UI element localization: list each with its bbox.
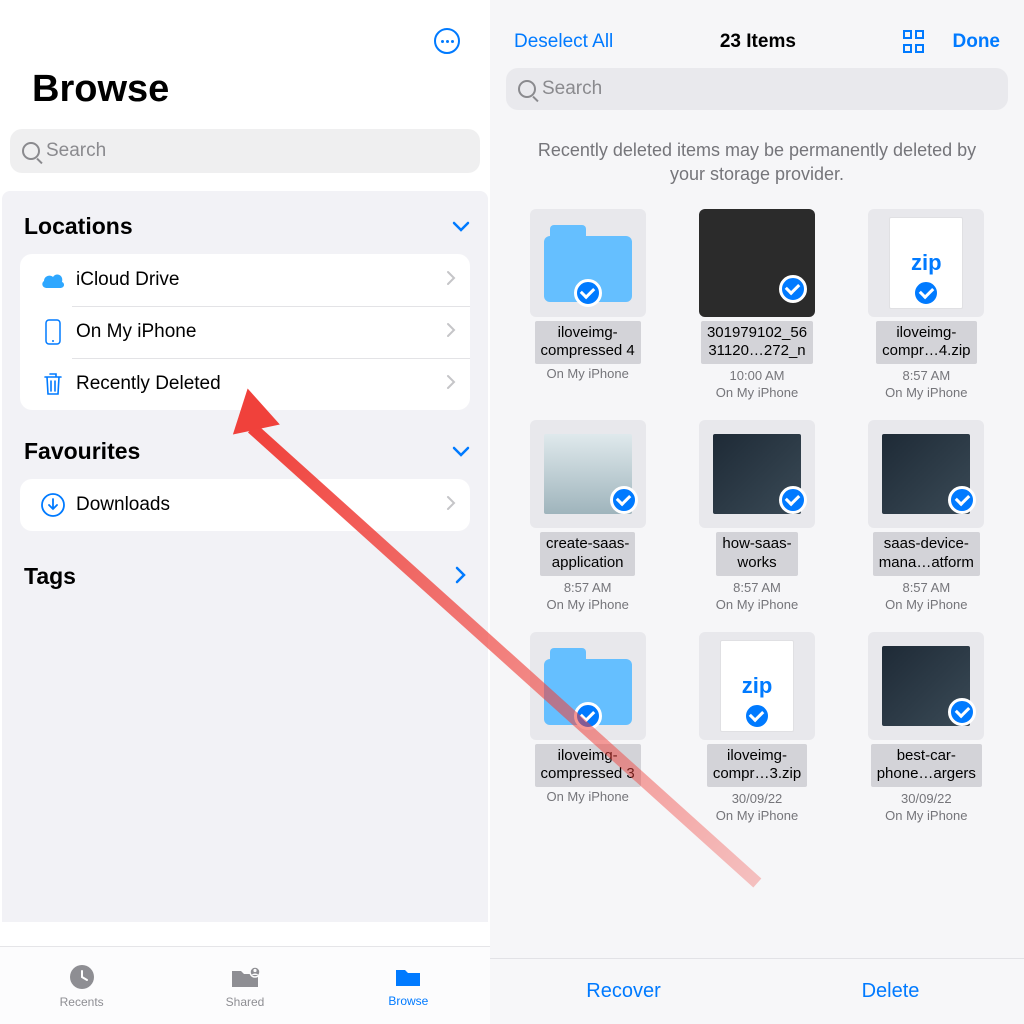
file-item[interactable]: zipiloveimg-compr…4.zip 8:57 AM On My iPho… (849, 209, 1004, 401)
file-time: 8:57 AM (733, 580, 781, 595)
iphone-icon (36, 319, 70, 345)
selected-check-icon (779, 275, 807, 303)
chevron-right-icon (446, 495, 456, 516)
file-item[interactable]: how-saas-works 8:57 AM On My iPhone (679, 420, 834, 612)
file-time: 8:57 AM (902, 580, 950, 595)
more-options-icon[interactable] (434, 28, 460, 54)
file-name: iloveimg-compr…3.zip (707, 744, 807, 788)
file-thumbnail (868, 420, 984, 528)
selected-check-icon (610, 486, 638, 514)
shared-folder-icon (229, 963, 261, 991)
trash-icon (36, 371, 70, 397)
recently-deleted-panel: Deselect All 23 Items Done Search Recent… (490, 0, 1024, 1024)
file-item[interactable]: iloveimg-compressed 4On My iPhone (510, 209, 665, 401)
selected-check-icon (779, 486, 807, 514)
selected-check-icon (574, 279, 602, 307)
selected-check-icon (948, 486, 976, 514)
tab-browse[interactable]: Browse (327, 947, 490, 1024)
file-thumbnail (868, 632, 984, 740)
file-time: 8:57 AM (902, 368, 950, 383)
file-location: On My iPhone (546, 789, 628, 804)
file-name: create-saas-application (540, 532, 635, 576)
file-thumbnail (699, 420, 815, 528)
search-placeholder: Search (542, 78, 602, 100)
icloud-icon (36, 271, 70, 289)
file-name: 301979102_5631120…272_n (701, 321, 813, 365)
file-item[interactable]: saas-device-mana…atform 8:57 AM On My iPho… (849, 420, 1004, 612)
deletion-notice: Recently deleted items may be permanentl… (490, 124, 1024, 209)
tags-header[interactable]: Tags (2, 551, 488, 602)
selection-count: 23 Items (623, 31, 892, 53)
file-location: On My iPhone (716, 385, 798, 400)
file-name: iloveimg-compr…4.zip (876, 321, 976, 365)
file-name: saas-device-mana…atform (873, 532, 980, 576)
file-item[interactable]: create-saas-application 8:57 AM On My iPho… (510, 420, 665, 612)
locations-header[interactable]: Locations (2, 205, 488, 254)
page-title: Browse (0, 58, 490, 129)
clock-icon (67, 963, 97, 991)
locations-list: iCloud Drive On My iPhone Recently Delet… (20, 254, 470, 410)
selected-check-icon (948, 698, 976, 726)
file-thumbnail (530, 420, 646, 528)
search-placeholder: Search (46, 140, 106, 162)
search-icon (518, 80, 536, 98)
favourites-header[interactable]: Favourites (2, 430, 488, 479)
favourite-downloads[interactable]: Downloads (20, 479, 470, 531)
file-location: On My iPhone (885, 597, 967, 612)
file-time: 10:00 AM (730, 368, 785, 383)
file-location: On My iPhone (716, 808, 798, 823)
file-time: 30/09/22 (901, 791, 952, 806)
file-name: best-car-phone…argers (871, 744, 982, 788)
browse-panel: Browse Search Locations iCloud Drive On … (0, 0, 490, 1024)
file-item[interactable]: zipiloveimg-compr…3.zip 30/09/22 On My iPh… (679, 632, 834, 824)
file-location: On My iPhone (716, 597, 798, 612)
file-time: 8:57 AM (564, 580, 612, 595)
file-thumbnail (530, 632, 646, 740)
action-bar: Recover Delete (490, 958, 1024, 1024)
done-button[interactable]: Done (953, 31, 1001, 53)
chevron-down-icon (452, 446, 470, 458)
search-input[interactable]: Search (506, 68, 1008, 110)
location-recently-deleted[interactable]: Recently Deleted (20, 358, 470, 410)
file-name: how-saas-works (716, 532, 797, 576)
file-location: On My iPhone (546, 366, 628, 381)
file-thumbnail: zip (868, 209, 984, 317)
file-location: On My iPhone (546, 597, 628, 612)
folder-icon (393, 964, 423, 990)
tab-bar: Recents Shared Browse (0, 946, 490, 1024)
file-grid: iloveimg-compressed 4On My iPhone3019791… (490, 209, 1024, 844)
chevron-right-icon (446, 270, 456, 291)
recover-button[interactable]: Recover (490, 959, 757, 1024)
file-item[interactable]: iloveimg-compressed 3On My iPhone (510, 632, 665, 824)
download-icon (36, 492, 70, 518)
location-on-my-iphone[interactable]: On My iPhone (20, 306, 470, 358)
tab-shared[interactable]: Shared (163, 947, 326, 1024)
file-item[interactable]: best-car-phone…argers 30/09/22 On My iPhon… (849, 632, 1004, 824)
selected-check-icon (574, 702, 602, 730)
file-time: 30/09/22 (732, 791, 783, 806)
grid-view-icon[interactable] (903, 30, 927, 54)
file-name: iloveimg-compressed 4 (535, 321, 641, 365)
file-thumbnail: zip (699, 632, 815, 740)
chevron-right-icon (454, 563, 466, 590)
chevron-down-icon (452, 221, 470, 233)
search-input[interactable]: Search (10, 129, 480, 173)
location-icloud-drive[interactable]: iCloud Drive (20, 254, 470, 306)
file-thumbnail (530, 209, 646, 317)
favourites-list: Downloads (20, 479, 470, 531)
selected-check-icon (912, 279, 940, 307)
file-thumbnail (699, 209, 815, 317)
file-location: On My iPhone (885, 385, 967, 400)
deselect-all-button[interactable]: Deselect All (514, 31, 613, 53)
chevron-right-icon (446, 322, 456, 343)
selected-check-icon (743, 702, 771, 730)
file-name: iloveimg-compressed 3 (535, 744, 641, 788)
tab-recents[interactable]: Recents (0, 947, 163, 1024)
delete-button[interactable]: Delete (757, 959, 1024, 1024)
chevron-right-icon (446, 374, 456, 395)
browse-sections: Locations iCloud Drive On My iPhone Rece… (2, 191, 488, 922)
file-item[interactable]: 301979102_5631120…272_n 10:00 AM On My iPh… (679, 209, 834, 401)
file-location: On My iPhone (885, 808, 967, 823)
search-icon (22, 142, 40, 160)
